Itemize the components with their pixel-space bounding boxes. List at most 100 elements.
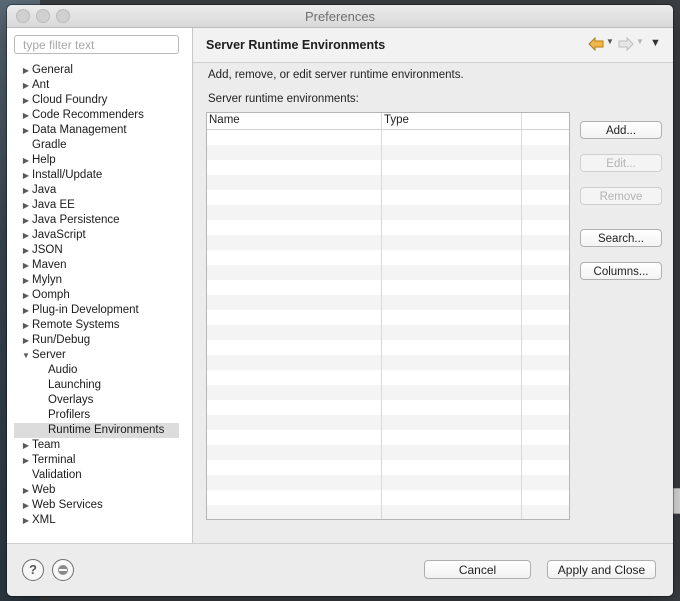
table-row — [207, 475, 569, 490]
help-icon[interactable]: ? — [22, 559, 44, 581]
collapsed-arrow-icon[interactable]: ▶ — [21, 93, 31, 108]
tree-item[interactable]: Overlays — [7, 393, 192, 408]
tree-item[interactable]: Profilers — [7, 408, 192, 423]
collapsed-arrow-icon[interactable]: ▶ — [21, 498, 31, 513]
tree-item[interactable]: Launching — [7, 378, 192, 393]
collapsed-arrow-icon[interactable]: ▶ — [21, 513, 31, 528]
column-header-type[interactable]: Type — [384, 114, 409, 126]
tree-item[interactable]: Validation — [7, 468, 192, 483]
tree-item-label: Data Management — [32, 124, 127, 136]
tree-item[interactable]: ▶ Remote Systems — [7, 318, 192, 333]
table-row — [207, 130, 569, 145]
tree-item[interactable]: ▶ Java — [7, 183, 192, 198]
tree-item[interactable]: Gradle — [7, 138, 192, 153]
import-export-icon[interactable] — [52, 559, 74, 581]
collapsed-arrow-icon[interactable]: ▶ — [21, 213, 31, 228]
tree-item[interactable]: ▶ Java EE — [7, 198, 192, 213]
edit-button[interactable]: Edit... — [580, 154, 662, 172]
table-row — [207, 145, 569, 160]
collapsed-arrow-icon[interactable]: ▶ — [21, 198, 31, 213]
collapsed-arrow-icon[interactable]: ▶ — [21, 438, 31, 453]
tree-item-label: Server — [32, 349, 66, 361]
table-row — [207, 325, 569, 340]
tree-item[interactable]: ▶ Plug-in Development — [7, 303, 192, 318]
tree-item[interactable]: ▶ Help — [7, 153, 192, 168]
search-button[interactable]: Search... — [580, 229, 662, 247]
tree-item-label: Run/Debug — [32, 334, 91, 346]
table-row — [207, 310, 569, 325]
column-divider[interactable] — [521, 113, 522, 519]
tree-item[interactable]: ▶ JSON — [7, 243, 192, 258]
tree-item[interactable]: ▶ Code Recommenders — [7, 108, 192, 123]
add-button[interactable]: Add... — [580, 121, 662, 139]
tree-item[interactable]: Audio — [7, 363, 192, 378]
collapsed-arrow-icon[interactable]: ▶ — [21, 303, 31, 318]
collapsed-arrow-icon[interactable]: ▶ — [21, 258, 31, 273]
window-title: Preferences — [304, 9, 376, 24]
tree-item[interactable]: ▶ Web Services — [7, 498, 192, 513]
column-header-name[interactable]: Name — [209, 114, 240, 126]
tree-item-label: Web — [32, 484, 56, 496]
tree-item[interactable]: ▶ Mylyn — [7, 273, 192, 288]
remove-button[interactable]: Remove — [580, 187, 662, 205]
dialog-footer: ? Cancel Apply and Close — [7, 543, 673, 596]
table-row — [207, 445, 569, 460]
tree-item-label: Validation — [32, 469, 82, 481]
table-row — [207, 370, 569, 385]
collapsed-arrow-icon[interactable]: ▶ — [21, 123, 31, 138]
collapsed-arrow-icon[interactable]: ▶ — [21, 183, 31, 198]
collapsed-arrow-icon[interactable]: ▶ — [21, 273, 31, 288]
tree-item[interactable]: ▶ Java Persistence — [7, 213, 192, 228]
collapsed-arrow-icon[interactable]: ▶ — [21, 333, 31, 348]
back-arrow-icon[interactable] — [588, 36, 604, 52]
collapsed-arrow-icon[interactable]: ▶ — [21, 318, 31, 333]
tree-item[interactable]: Runtime Environments — [7, 423, 192, 438]
tree-item[interactable]: ▶ Data Management — [7, 123, 192, 138]
runtime-environments-table[interactable]: Name Type — [206, 112, 570, 520]
preference-page: Server Runtime Environments ▼ ▼ ▼ Add, r… — [193, 28, 673, 543]
columns-button[interactable]: Columns... — [580, 262, 662, 280]
view-menu-icon[interactable]: ▼ — [650, 37, 661, 49]
collapsed-arrow-icon[interactable]: ▶ — [21, 153, 31, 168]
table-header: Name Type — [207, 113, 569, 130]
tree-item[interactable]: ▶ XML — [7, 513, 192, 528]
table-row — [207, 205, 569, 220]
expanded-arrow-icon[interactable]: ▼ — [21, 348, 31, 363]
tree-item[interactable]: ▶ General — [7, 63, 192, 78]
tree-item[interactable]: ▼ Server — [7, 348, 192, 363]
tree-item[interactable]: ▶ JavaScript — [7, 228, 192, 243]
column-divider[interactable] — [381, 113, 382, 519]
tree-item-label: Plug-in Development — [32, 304, 139, 316]
collapsed-arrow-icon[interactable]: ▶ — [21, 78, 31, 93]
page-description: Add, remove, or edit server runtime envi… — [208, 69, 464, 81]
tree-item[interactable]: ▶ Cloud Foundry — [7, 93, 192, 108]
collapsed-arrow-icon[interactable]: ▶ — [21, 228, 31, 243]
collapsed-arrow-icon[interactable]: ▶ — [21, 453, 31, 468]
collapsed-arrow-icon[interactable]: ▶ — [21, 168, 31, 183]
tree-item[interactable]: ▶ Ant — [7, 78, 192, 93]
tree-item[interactable]: ▶ Maven — [7, 258, 192, 273]
collapsed-arrow-icon[interactable]: ▶ — [21, 243, 31, 258]
tree-item-label: Runtime Environments — [48, 424, 165, 436]
tree-item-label: Help — [32, 154, 56, 166]
tree-item-label: General — [32, 64, 73, 76]
collapsed-arrow-icon[interactable]: ▶ — [21, 288, 31, 303]
back-history-dropdown-icon[interactable]: ▼ — [606, 37, 614, 46]
tree-item-label: Audio — [48, 364, 78, 376]
table-row — [207, 385, 569, 400]
cancel-button[interactable]: Cancel — [424, 560, 531, 579]
tree-item[interactable]: ▶ Team — [7, 438, 192, 453]
apply-and-close-button[interactable]: Apply and Close — [547, 560, 656, 579]
tree-item[interactable]: ▶ Install/Update — [7, 168, 192, 183]
tree-item[interactable]: ▶ Terminal — [7, 453, 192, 468]
tree-item[interactable]: ▶ Web — [7, 483, 192, 498]
table-row — [207, 295, 569, 310]
tree-item[interactable]: ▶ Run/Debug — [7, 333, 192, 348]
collapsed-arrow-icon[interactable]: ▶ — [21, 483, 31, 498]
tree-item-label: Java — [32, 184, 57, 196]
collapsed-arrow-icon[interactable]: ▶ — [21, 63, 31, 78]
collapsed-arrow-icon[interactable]: ▶ — [21, 108, 31, 123]
tree-item[interactable]: ▶ Oomph — [7, 288, 192, 303]
table-row — [207, 175, 569, 190]
filter-input[interactable] — [14, 35, 179, 54]
